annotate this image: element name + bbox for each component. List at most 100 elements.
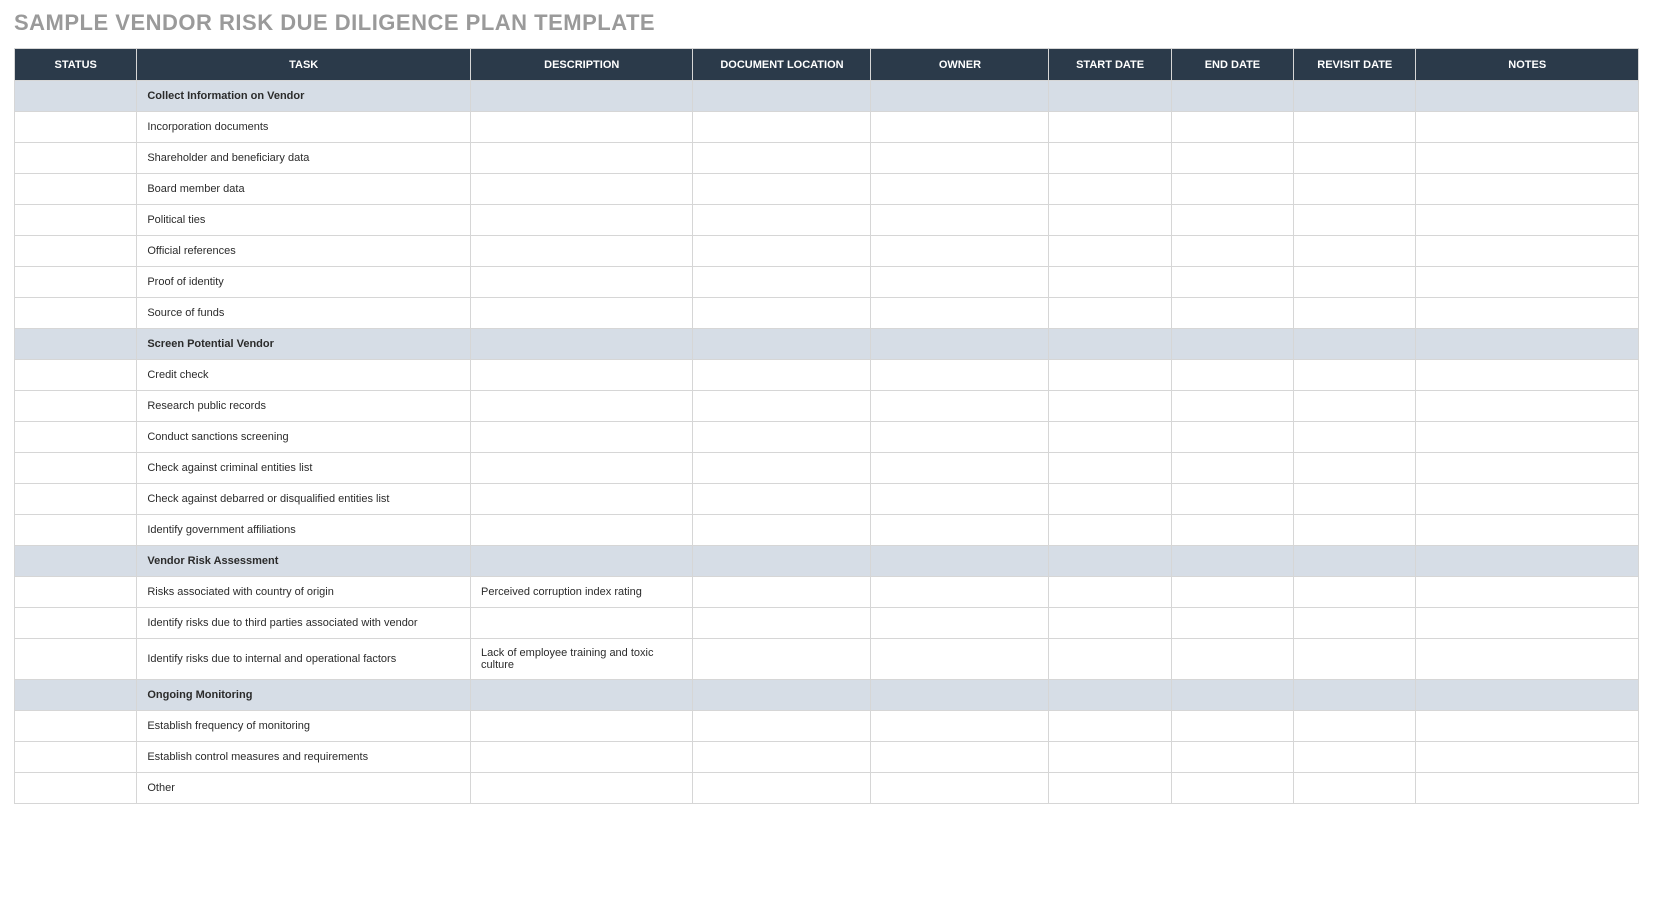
cell-start[interactable] bbox=[1049, 267, 1171, 298]
cell-owner[interactable] bbox=[871, 773, 1049, 804]
cell-owner[interactable] bbox=[871, 174, 1049, 205]
cell-notes[interactable] bbox=[1416, 205, 1639, 236]
cell-status[interactable] bbox=[15, 174, 137, 205]
cell-location[interactable] bbox=[693, 639, 871, 680]
cell-description[interactable] bbox=[471, 205, 693, 236]
cell-end[interactable] bbox=[1171, 329, 1293, 360]
cell-revisit[interactable] bbox=[1294, 711, 1416, 742]
cell-start[interactable] bbox=[1049, 112, 1171, 143]
cell-owner[interactable] bbox=[871, 711, 1049, 742]
cell-status[interactable] bbox=[15, 453, 137, 484]
cell-status[interactable] bbox=[15, 422, 137, 453]
cell-status[interactable] bbox=[15, 680, 137, 711]
cell-description[interactable]: Perceived corruption index rating bbox=[471, 577, 693, 608]
cell-owner[interactable] bbox=[871, 143, 1049, 174]
cell-end[interactable] bbox=[1171, 608, 1293, 639]
cell-revisit[interactable] bbox=[1294, 639, 1416, 680]
cell-revisit[interactable] bbox=[1294, 680, 1416, 711]
cell-task[interactable]: Source of funds bbox=[137, 298, 471, 329]
cell-location[interactable] bbox=[693, 298, 871, 329]
cell-status[interactable] bbox=[15, 639, 137, 680]
cell-end[interactable] bbox=[1171, 391, 1293, 422]
cell-description[interactable] bbox=[471, 143, 693, 174]
cell-task[interactable]: Screen Potential Vendor bbox=[137, 329, 471, 360]
cell-task[interactable]: Check against debarred or disqualified e… bbox=[137, 484, 471, 515]
cell-notes[interactable] bbox=[1416, 360, 1639, 391]
cell-description[interactable] bbox=[471, 484, 693, 515]
cell-start[interactable] bbox=[1049, 143, 1171, 174]
cell-end[interactable] bbox=[1171, 773, 1293, 804]
cell-location[interactable] bbox=[693, 773, 871, 804]
cell-owner[interactable] bbox=[871, 577, 1049, 608]
cell-notes[interactable] bbox=[1416, 680, 1639, 711]
cell-revisit[interactable] bbox=[1294, 360, 1416, 391]
cell-location[interactable] bbox=[693, 711, 871, 742]
cell-end[interactable] bbox=[1171, 742, 1293, 773]
cell-owner[interactable] bbox=[871, 329, 1049, 360]
cell-description[interactable] bbox=[471, 112, 693, 143]
cell-location[interactable] bbox=[693, 422, 871, 453]
cell-location[interactable] bbox=[693, 608, 871, 639]
cell-task[interactable]: Incorporation documents bbox=[137, 112, 471, 143]
cell-end[interactable] bbox=[1171, 453, 1293, 484]
cell-notes[interactable] bbox=[1416, 174, 1639, 205]
cell-start[interactable] bbox=[1049, 546, 1171, 577]
cell-revisit[interactable] bbox=[1294, 453, 1416, 484]
cell-description[interactable] bbox=[471, 298, 693, 329]
cell-description[interactable] bbox=[471, 453, 693, 484]
cell-notes[interactable] bbox=[1416, 742, 1639, 773]
cell-task[interactable]: Establish control measures and requireme… bbox=[137, 742, 471, 773]
cell-task[interactable]: Risks associated with country of origin bbox=[137, 577, 471, 608]
cell-end[interactable] bbox=[1171, 267, 1293, 298]
cell-notes[interactable] bbox=[1416, 143, 1639, 174]
cell-task[interactable]: Identify risks due to internal and opera… bbox=[137, 639, 471, 680]
cell-revisit[interactable] bbox=[1294, 773, 1416, 804]
cell-task[interactable]: Ongoing Monitoring bbox=[137, 680, 471, 711]
cell-status[interactable] bbox=[15, 267, 137, 298]
cell-description[interactable]: Lack of employee training and toxic cult… bbox=[471, 639, 693, 680]
cell-revisit[interactable] bbox=[1294, 112, 1416, 143]
cell-start[interactable] bbox=[1049, 422, 1171, 453]
cell-description[interactable] bbox=[471, 515, 693, 546]
cell-status[interactable] bbox=[15, 143, 137, 174]
cell-owner[interactable] bbox=[871, 422, 1049, 453]
cell-status[interactable] bbox=[15, 773, 137, 804]
cell-status[interactable] bbox=[15, 236, 137, 267]
cell-description[interactable] bbox=[471, 267, 693, 298]
cell-notes[interactable] bbox=[1416, 773, 1639, 804]
cell-description[interactable] bbox=[471, 329, 693, 360]
cell-start[interactable] bbox=[1049, 711, 1171, 742]
cell-revisit[interactable] bbox=[1294, 391, 1416, 422]
cell-location[interactable] bbox=[693, 329, 871, 360]
cell-notes[interactable] bbox=[1416, 112, 1639, 143]
cell-status[interactable] bbox=[15, 298, 137, 329]
cell-start[interactable] bbox=[1049, 742, 1171, 773]
cell-revisit[interactable] bbox=[1294, 422, 1416, 453]
cell-description[interactable] bbox=[471, 236, 693, 267]
cell-revisit[interactable] bbox=[1294, 205, 1416, 236]
cell-location[interactable] bbox=[693, 81, 871, 112]
cell-notes[interactable] bbox=[1416, 422, 1639, 453]
cell-revisit[interactable] bbox=[1294, 742, 1416, 773]
cell-notes[interactable] bbox=[1416, 298, 1639, 329]
cell-start[interactable] bbox=[1049, 577, 1171, 608]
cell-task[interactable]: Research public records bbox=[137, 391, 471, 422]
cell-location[interactable] bbox=[693, 515, 871, 546]
cell-task[interactable]: Identify government affiliations bbox=[137, 515, 471, 546]
cell-start[interactable] bbox=[1049, 453, 1171, 484]
cell-end[interactable] bbox=[1171, 205, 1293, 236]
cell-owner[interactable] bbox=[871, 608, 1049, 639]
cell-owner[interactable] bbox=[871, 205, 1049, 236]
cell-end[interactable] bbox=[1171, 546, 1293, 577]
cell-task[interactable]: Identify risks due to third parties asso… bbox=[137, 608, 471, 639]
cell-task[interactable]: Check against criminal entities list bbox=[137, 453, 471, 484]
cell-owner[interactable] bbox=[871, 453, 1049, 484]
cell-revisit[interactable] bbox=[1294, 174, 1416, 205]
cell-task[interactable]: Establish frequency of monitoring bbox=[137, 711, 471, 742]
cell-end[interactable] bbox=[1171, 422, 1293, 453]
cell-location[interactable] bbox=[693, 143, 871, 174]
cell-notes[interactable] bbox=[1416, 484, 1639, 515]
cell-revisit[interactable] bbox=[1294, 329, 1416, 360]
cell-location[interactable] bbox=[693, 484, 871, 515]
cell-location[interactable] bbox=[693, 174, 871, 205]
